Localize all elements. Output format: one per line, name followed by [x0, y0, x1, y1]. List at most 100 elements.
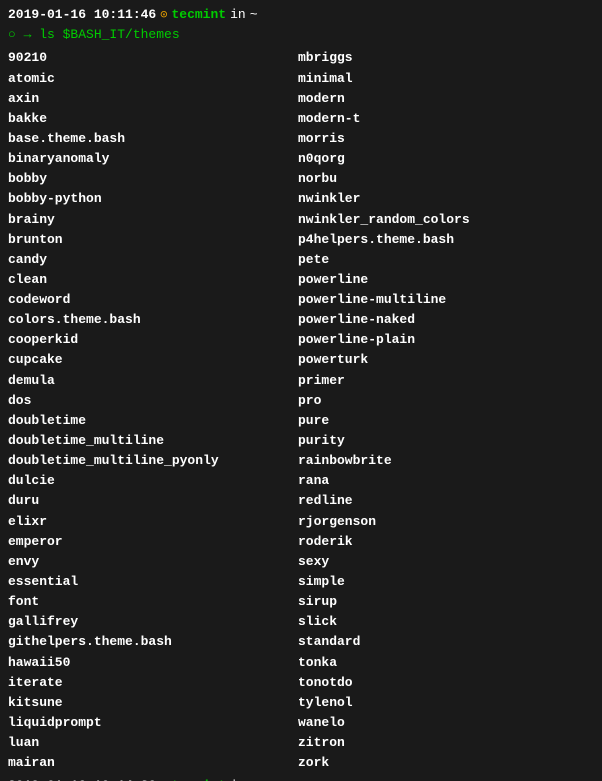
- list-item: codewordpowerline-multiline: [8, 290, 594, 310]
- command-text: ls $BASH_IT/themes: [39, 27, 179, 42]
- file-right: nwinkler_random_colors: [298, 210, 470, 230]
- file-right: zork: [298, 753, 329, 773]
- list-item: cooperkidpowerline-plain: [8, 330, 594, 350]
- list-item: elixrrjorgenson: [8, 512, 594, 532]
- file-left: axin: [8, 89, 298, 109]
- file-right: modern: [298, 89, 345, 109]
- list-item: bruntonp4helpers.theme.bash: [8, 230, 594, 250]
- file-left: atomic: [8, 69, 298, 89]
- list-item: iteratetonotdo: [8, 673, 594, 693]
- file-right: morris: [298, 129, 345, 149]
- file-left: iterate: [8, 673, 298, 693]
- list-item: dulcierana: [8, 471, 594, 491]
- file-left: codeword: [8, 290, 298, 310]
- file-right: mbriggs: [298, 48, 353, 68]
- file-right: sexy: [298, 552, 329, 572]
- prompt-in-1: in: [230, 6, 246, 24]
- file-left: liquidprompt: [8, 713, 298, 733]
- file-right: minimal: [298, 69, 353, 89]
- file-right: nwinkler: [298, 189, 360, 209]
- file-right: powerline-multiline: [298, 290, 446, 310]
- list-item: gallifreyslick: [8, 612, 594, 632]
- file-right: norbu: [298, 169, 337, 189]
- file-left: cooperkid: [8, 330, 298, 350]
- file-right: primer: [298, 371, 345, 391]
- file-left: base.theme.bash: [8, 129, 298, 149]
- file-right: tylenol: [298, 693, 353, 713]
- list-item: kitsunetylenol: [8, 693, 594, 713]
- file-right: purity: [298, 431, 345, 451]
- file-left: envy: [8, 552, 298, 572]
- file-left: luan: [8, 733, 298, 753]
- file-right: powerline-plain: [298, 330, 415, 350]
- list-item: dospro: [8, 391, 594, 411]
- list-item: axinmodern: [8, 89, 594, 109]
- list-item: atomicminimal: [8, 69, 594, 89]
- file-left: brainy: [8, 210, 298, 230]
- file-left: 90210: [8, 48, 298, 68]
- list-item: candypete: [8, 250, 594, 270]
- file-left: elixr: [8, 512, 298, 532]
- list-item: doubletime_multiline_pyonlyrainbowbrite: [8, 451, 594, 471]
- prompt-line-1: 2019-01-16 10:11:46 ⊙ tecmint in ~: [8, 6, 594, 24]
- file-right: zitron: [298, 733, 345, 753]
- file-left: dos: [8, 391, 298, 411]
- file-left: colors.theme.bash: [8, 310, 298, 330]
- prompt-in-2: in: [230, 777, 246, 781]
- file-right: redline: [298, 491, 353, 511]
- prompt-user-1: tecmint: [171, 6, 226, 24]
- file-right: modern-t: [298, 109, 360, 129]
- file-left: bobby: [8, 169, 298, 189]
- file-left: doubletime: [8, 411, 298, 431]
- file-right: rainbowbrite: [298, 451, 392, 471]
- file-right: sirup: [298, 592, 337, 612]
- file-left: demula: [8, 371, 298, 391]
- list-item: colors.theme.bashpowerline-naked: [8, 310, 594, 330]
- arrow-icon: ○ →: [8, 27, 39, 42]
- file-right: simple: [298, 572, 345, 592]
- file-right: powerturk: [298, 350, 368, 370]
- prompt-user-2: tecmint: [171, 777, 226, 781]
- file-left: font: [8, 592, 298, 612]
- file-left: doubletime_multiline_pyonly: [8, 451, 298, 471]
- list-item: doubletime_multilinepurity: [8, 431, 594, 451]
- list-item: hawaii50tonka: [8, 653, 594, 673]
- file-right: tonka: [298, 653, 337, 673]
- file-left: emperor: [8, 532, 298, 552]
- file-left: binaryanomaly: [8, 149, 298, 169]
- list-item: doubletimepure: [8, 411, 594, 431]
- prompt-dir-1: ~: [250, 6, 258, 24]
- file-right: wanelo: [298, 713, 345, 733]
- list-item: fontsirup: [8, 592, 594, 612]
- file-left: duru: [8, 491, 298, 511]
- list-item: bobby-pythonnwinkler: [8, 189, 594, 209]
- list-item: dururedline: [8, 491, 594, 511]
- file-right: pure: [298, 411, 329, 431]
- file-left: cupcake: [8, 350, 298, 370]
- file-left: candy: [8, 250, 298, 270]
- file-right: powerline-naked: [298, 310, 415, 330]
- file-left: hawaii50: [8, 653, 298, 673]
- file-left: doubletime_multiline: [8, 431, 298, 451]
- file-right: pete: [298, 250, 329, 270]
- list-item: binaryanomalyn0qorg: [8, 149, 594, 169]
- file-left: kitsune: [8, 693, 298, 713]
- list-item: bakkemodern-t: [8, 109, 594, 129]
- list-item: brainynwinkler_random_colors: [8, 210, 594, 230]
- list-item: cupcakepowerturk: [8, 350, 594, 370]
- prompt-date-2: 2019-01-16 10:14:30: [8, 777, 156, 781]
- list-item: emperorroderik: [8, 532, 594, 552]
- file-list: 90210mbriggsatomicminimalaxinmodernbakke…: [8, 48, 594, 773]
- file-left: brunton: [8, 230, 298, 250]
- file-right: powerline: [298, 270, 368, 290]
- file-right: slick: [298, 612, 337, 632]
- file-left: bobby-python: [8, 189, 298, 209]
- file-left: gallifrey: [8, 612, 298, 632]
- file-right: roderik: [298, 532, 353, 552]
- file-right: rjorgenson: [298, 512, 376, 532]
- file-right: n0qorg: [298, 149, 345, 169]
- list-item: 90210mbriggs: [8, 48, 594, 68]
- prompt-dir-2: ~: [250, 777, 258, 781]
- list-item: luanzitron: [8, 733, 594, 753]
- file-left: essential: [8, 572, 298, 592]
